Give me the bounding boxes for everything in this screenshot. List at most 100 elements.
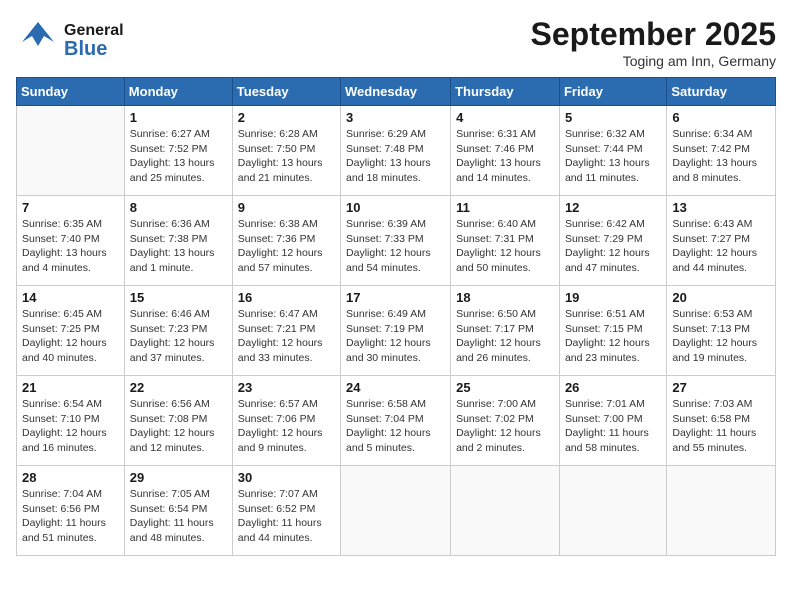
day-info: Sunrise: 6:50 AMSunset: 7:17 PMDaylight:… — [456, 307, 554, 366]
day-info: Sunrise: 6:57 AMSunset: 7:06 PMDaylight:… — [238, 397, 335, 456]
calendar-cell: 6Sunrise: 6:34 AMSunset: 7:42 PMDaylight… — [667, 106, 776, 196]
page-header: General Blue September 2025 Toging am In… — [16, 16, 776, 69]
day-info: Sunrise: 6:46 AMSunset: 7:23 PMDaylight:… — [130, 307, 227, 366]
calendar-cell: 27 Sunrise: 7:03 AMSunset: 6:58 PMDayligh… — [667, 376, 776, 466]
calendar-cell: 18 Sunrise: 6:50 AMSunset: 7:17 PMDayligh… — [451, 286, 560, 376]
weekday-header-wednesday: Wednesday — [341, 78, 451, 106]
day-number: 22 — [130, 380, 227, 395]
day-number: 16 — [238, 290, 335, 305]
day-number: 14 — [22, 290, 119, 305]
calendar-subtitle: Toging am Inn, Germany — [531, 53, 776, 69]
calendar-cell: 3 Sunrise: 6:29 AMSunset: 7:48 PMDaylight… — [341, 106, 451, 196]
day-number: 30 — [238, 470, 335, 485]
day-info: Sunrise: 6:51 AMSunset: 7:15 PMDaylight:… — [565, 307, 661, 366]
day-info: Sunrise: 7:07 AMSunset: 6:52 PMDaylight:… — [238, 487, 335, 546]
day-number: 21 — [22, 380, 119, 395]
calendar-cell: 19Sunrise: 6:51 AMSunset: 7:15 PMDayligh… — [559, 286, 666, 376]
calendar-cell: 13Sunrise: 6:43 AMSunset: 7:27 PMDayligh… — [667, 196, 776, 286]
day-number: 28 — [22, 470, 119, 485]
day-info: Sunrise: 6:28 AMSunset: 7:50 PMDaylight:… — [238, 127, 335, 186]
calendar-cell: 14 Sunrise: 6:45 AMSunset: 7:25 PMDayligh… — [17, 286, 125, 376]
day-info: Sunrise: 6:29 AMSunset: 7:48 PMDaylight:… — [346, 127, 445, 186]
calendar-cell: 28Sunrise: 7:04 AMSunset: 6:56 PMDayligh… — [17, 466, 125, 556]
calendar-cell: 24 Sunrise: 6:58 AMSunset: 7:04 PMDayligh… — [341, 376, 451, 466]
day-number: 15 — [130, 290, 227, 305]
calendar-cell: 2Sunrise: 6:28 AMSunset: 7:50 PMDaylight… — [232, 106, 340, 196]
day-number: 25 — [456, 380, 554, 395]
day-info: Sunrise: 6:35 AMSunset: 7:40 PMDaylight:… — [22, 217, 119, 276]
day-number: 26 — [565, 380, 661, 395]
day-number: 4 — [456, 110, 554, 125]
day-info: Sunrise: 6:27 AMSunset: 7:52 PMDaylight:… — [130, 127, 227, 186]
calendar-cell: 4 Sunrise: 6:31 AMSunset: 7:46 PMDaylight… — [451, 106, 560, 196]
day-number: 12 — [565, 200, 661, 215]
logo-text: General Blue — [64, 23, 124, 59]
day-number: 24 — [346, 380, 445, 395]
day-number: 17 — [346, 290, 445, 305]
calendar-cell: 29Sunrise: 7:05 AMSunset: 6:54 PMDayligh… — [124, 466, 232, 556]
calendar-cell: 21 Sunrise: 6:54 AMSunset: 7:10 PMDayligh… — [17, 376, 125, 466]
calendar-cell: 17Sunrise: 6:49 AMSunset: 7:19 PMDayligh… — [341, 286, 451, 376]
day-info: Sunrise: 7:00 AMSunset: 7:02 PMDaylight:… — [456, 397, 554, 456]
day-info: Sunrise: 6:56 AMSunset: 7:08 PMDaylight:… — [130, 397, 227, 456]
day-number: 23 — [238, 380, 335, 395]
weekday-header-sunday: Sunday — [17, 78, 125, 106]
calendar-cell — [341, 466, 451, 556]
day-info: Sunrise: 6:54 AMSunset: 7:10 PMDaylight:… — [22, 397, 119, 456]
calendar-cell: 20 Sunrise: 6:53 AMSunset: 7:13 PMDayligh… — [667, 286, 776, 376]
logo: General Blue — [16, 16, 124, 65]
day-number: 3 — [346, 110, 445, 125]
calendar-cell: 26 Sunrise: 7:01 AMSunset: 7:00 PMDayligh… — [559, 376, 666, 466]
day-number: 8 — [130, 200, 227, 215]
calendar-cell: 10Sunrise: 6:39 AMSunset: 7:33 PMDayligh… — [341, 196, 451, 286]
day-info: Sunrise: 6:47 AMSunset: 7:21 PMDaylight:… — [238, 307, 335, 366]
logo-icon — [16, 16, 60, 60]
calendar-week-4: 21 Sunrise: 6:54 AMSunset: 7:10 PMDayligh… — [17, 376, 776, 466]
weekday-header-monday: Monday — [124, 78, 232, 106]
calendar-cell: 23 Sunrise: 6:57 AMSunset: 7:06 PMDayligh… — [232, 376, 340, 466]
day-info: Sunrise: 6:36 AMSunset: 7:38 PMDaylight:… — [130, 217, 227, 276]
day-number: 20 — [672, 290, 770, 305]
calendar-cell: 5 Sunrise: 6:32 AMSunset: 7:44 PMDaylight… — [559, 106, 666, 196]
calendar-cell: 15 Sunrise: 6:46 AMSunset: 7:23 PMDayligh… — [124, 286, 232, 376]
calendar-cell: 11Sunrise: 6:40 AMSunset: 7:31 PMDayligh… — [451, 196, 560, 286]
day-number: 29 — [130, 470, 227, 485]
day-info: Sunrise: 6:45 AMSunset: 7:25 PMDaylight:… — [22, 307, 119, 366]
day-number: 27 — [672, 380, 770, 395]
day-info: Sunrise: 6:31 AMSunset: 7:46 PMDaylight:… — [456, 127, 554, 186]
calendar-cell: 9 Sunrise: 6:38 AMSunset: 7:36 PMDaylight… — [232, 196, 340, 286]
calendar-cell: 8 Sunrise: 6:36 AMSunset: 7:38 PMDaylight… — [124, 196, 232, 286]
calendar-body: 1Sunrise: 6:27 AMSunset: 7:52 PMDaylight… — [17, 106, 776, 556]
title-block: September 2025 Toging am Inn, Germany — [531, 16, 776, 69]
calendar-cell — [17, 106, 125, 196]
calendar-cell: 1Sunrise: 6:27 AMSunset: 7:52 PMDaylight… — [124, 106, 232, 196]
day-info: Sunrise: 6:38 AMSunset: 7:36 PMDaylight:… — [238, 217, 335, 276]
day-number: 6 — [672, 110, 770, 125]
weekday-header-saturday: Saturday — [667, 78, 776, 106]
day-number: 18 — [456, 290, 554, 305]
day-info: Sunrise: 6:53 AMSunset: 7:13 PMDaylight:… — [672, 307, 770, 366]
calendar-cell — [451, 466, 560, 556]
day-info: Sunrise: 7:03 AMSunset: 6:58 PMDaylight:… — [672, 397, 770, 456]
day-info: Sunrise: 6:32 AMSunset: 7:44 PMDaylight:… — [565, 127, 661, 186]
weekday-header-friday: Friday — [559, 78, 666, 106]
calendar-cell — [559, 466, 666, 556]
weekday-header-thursday: Thursday — [451, 78, 560, 106]
calendar-week-3: 14 Sunrise: 6:45 AMSunset: 7:25 PMDayligh… — [17, 286, 776, 376]
day-number: 9 — [238, 200, 335, 215]
day-info: Sunrise: 6:58 AMSunset: 7:04 PMDaylight:… — [346, 397, 445, 456]
day-number: 7 — [22, 200, 119, 215]
calendar-cell: 12Sunrise: 6:42 AMSunset: 7:29 PMDayligh… — [559, 196, 666, 286]
calendar-cell: 30 Sunrise: 7:07 AMSunset: 6:52 PMDayligh… — [232, 466, 340, 556]
calendar-week-5: 28Sunrise: 7:04 AMSunset: 6:56 PMDayligh… — [17, 466, 776, 556]
calendar-week-2: 7 Sunrise: 6:35 AMSunset: 7:40 PMDaylight… — [17, 196, 776, 286]
day-info: Sunrise: 6:40 AMSunset: 7:31 PMDaylight:… — [456, 217, 554, 276]
weekday-header-tuesday: Tuesday — [232, 78, 340, 106]
calendar-table: SundayMondayTuesdayWednesdayThursdayFrid… — [16, 77, 776, 556]
day-number: 5 — [565, 110, 661, 125]
calendar-cell: 25 Sunrise: 7:00 AMSunset: 7:02 PMDayligh… — [451, 376, 560, 466]
calendar-header-row: SundayMondayTuesdayWednesdayThursdayFrid… — [17, 78, 776, 106]
day-info: Sunrise: 7:01 AMSunset: 7:00 PMDaylight:… — [565, 397, 661, 456]
day-info: Sunrise: 6:43 AMSunset: 7:27 PMDaylight:… — [672, 217, 770, 276]
calendar-cell: 22 Sunrise: 6:56 AMSunset: 7:08 PMDayligh… — [124, 376, 232, 466]
